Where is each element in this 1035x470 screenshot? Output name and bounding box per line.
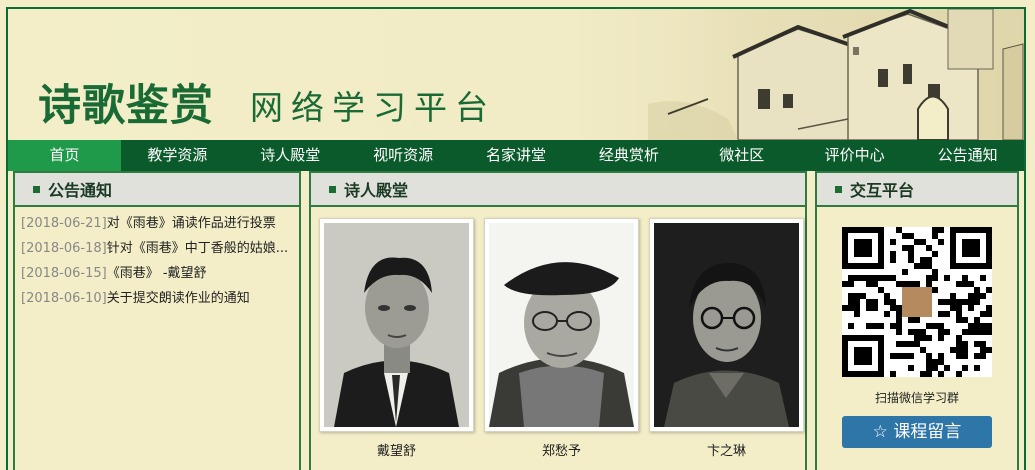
square-bullet-icon (33, 185, 40, 193)
wechat-qr-code (842, 227, 992, 377)
poets-panel-title: 诗人殿堂 (344, 181, 409, 200)
nav-item-evaluation[interactable]: 评价中心 (798, 140, 911, 171)
nav-item-classic-appreciation[interactable]: 经典赏析 (572, 140, 685, 171)
nav-item-av-resources[interactable]: 视听资源 (347, 140, 460, 171)
site-title: 诗歌鉴赏 (38, 81, 214, 131)
poets-panel: 诗人殿堂 戴望舒 郑愁予 卞之琳 (309, 171, 807, 470)
nav-item-teaching-resources[interactable]: 教学资源 (121, 140, 234, 171)
poet-name[interactable]: 戴望舒 (319, 440, 474, 459)
poet-name[interactable]: 郑愁予 (484, 440, 639, 459)
notice-panel-title: 公告通知 (48, 181, 113, 200)
list-item[interactable]: [2018-06-21]对《雨巷》诵读作品进行投票 (21, 213, 293, 238)
main-nav: 首页 教学资源 诗人殿堂 视听资源 名家讲堂 经典赏析 微社区 评价中心 公告通… (8, 140, 1024, 171)
site-subtitle: 网络学习平台 (250, 88, 496, 127)
nav-item-home[interactable]: 首页 (8, 140, 121, 171)
list-item[interactable]: [2018-06-18]针对《雨巷》中丁香般的姑娘... (21, 238, 293, 263)
qr-section: 扫描微信学习群 ☆ 课程留言 (817, 207, 1017, 448)
poet-portrait-image (324, 223, 469, 427)
poet-name[interactable]: 卞之琳 (649, 440, 804, 459)
poet-photo[interactable] (319, 218, 474, 432)
interact-panel-header: 交互平台 (817, 173, 1017, 207)
notice-panel-header: 公告通知 (15, 173, 299, 207)
poet-card[interactable]: 卞之琳 (649, 218, 804, 459)
list-item[interactable]: [2018-06-15]《雨巷》 -戴望舒 (21, 263, 293, 288)
notice-panel: 公告通知 [2018-06-21]对《雨巷》诵读作品进行投票 [2018-06-… (13, 171, 301, 470)
nav-item-poets-hall[interactable]: 诗人殿堂 (234, 140, 347, 171)
poet-photo[interactable] (484, 218, 639, 432)
poet-card[interactable]: 郑愁予 (484, 218, 639, 459)
banner-ink-painting (648, 9, 1024, 140)
poet-portrait-image (489, 223, 634, 427)
square-bullet-icon (835, 185, 842, 193)
interact-panel: 交互平台 扫描微信学习群 ☆ 课程留言 (815, 171, 1019, 470)
poet-photo[interactable] (649, 218, 804, 432)
nav-item-announcements[interactable]: 公告通知 (911, 140, 1024, 171)
notice-list: [2018-06-21]对《雨巷》诵读作品进行投票 [2018-06-18]针对… (15, 207, 299, 313)
nav-item-lectures[interactable]: 名家讲堂 (460, 140, 573, 171)
poet-card[interactable]: 戴望舒 (319, 218, 474, 459)
square-bullet-icon (329, 185, 336, 193)
poet-gallery: 戴望舒 郑愁予 卞之琳 (311, 207, 805, 459)
qr-caption: 扫描微信学习群 (874, 391, 959, 405)
nav-item-micro-community[interactable]: 微社区 (685, 140, 798, 171)
list-item[interactable]: [2018-06-10]关于提交朗读作业的通知 (21, 288, 293, 313)
poets-panel-header: 诗人殿堂 (311, 173, 805, 207)
qr-code-icon (842, 227, 992, 377)
interact-panel-title: 交互平台 (850, 181, 915, 200)
poet-portrait-image (654, 223, 799, 427)
site-banner: 诗歌鉴赏 网络学习平台 (8, 9, 1024, 140)
course-message-button[interactable]: ☆ 课程留言 (842, 416, 992, 448)
